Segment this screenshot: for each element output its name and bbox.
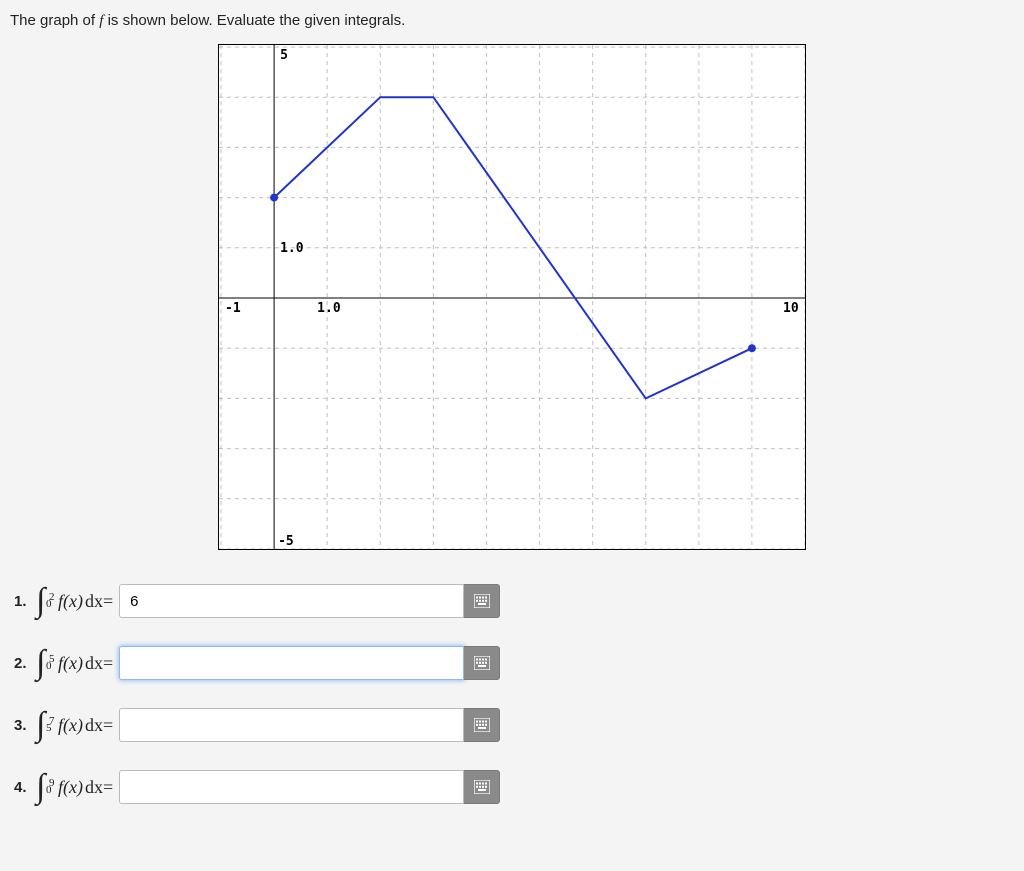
answer-input[interactable] [119, 584, 464, 618]
integrand: f(x) [58, 777, 83, 798]
integral-sign: ∫90 [36, 770, 54, 804]
chart-container: 5 -5 -1 10 1.0 1.0 [0, 38, 1024, 566]
dx: dx [85, 591, 103, 612]
integral-lower: 5 [46, 711, 52, 745]
equals: = [103, 653, 113, 674]
equals: = [103, 591, 113, 612]
prompt-before: The graph of [10, 12, 99, 29]
integral-expression: ∫75f(x) dx = [36, 708, 113, 742]
svg-text:1.0: 1.0 [280, 241, 304, 256]
prompt-after: is shown below. Evaluate the given integ… [103, 12, 405, 29]
integrand: f(x) [58, 715, 83, 736]
integral-lower: 0 [46, 773, 52, 807]
answer-input[interactable] [119, 770, 464, 804]
integral-sign: ∫20 [36, 584, 54, 618]
integral-expression: ∫50f(x) dx = [36, 646, 113, 680]
prompt-text: The graph of f is shown below. Evaluate … [0, 0, 1024, 38]
integral-expression: ∫20f(x) dx = [36, 584, 113, 618]
keypad-icon[interactable] [464, 584, 500, 618]
integral-lower: 0 [46, 649, 52, 683]
svg-text:1.0: 1.0 [317, 301, 341, 316]
equals: = [103, 715, 113, 736]
dx: dx [85, 653, 103, 674]
chart-svg: 5 -5 -1 10 1.0 1.0 [219, 45, 806, 550]
integrand: f(x) [58, 653, 83, 674]
integrand: f(x) [58, 591, 83, 612]
question-number: 3. [14, 717, 32, 734]
dx: dx [85, 715, 103, 736]
answer-input[interactable] [119, 708, 464, 742]
integral-expression: ∫90f(x) dx = [36, 770, 113, 804]
svg-text:5: 5 [280, 48, 288, 63]
question-row: 3.∫75f(x) dx = [14, 708, 1010, 742]
question-row: 2.∫50f(x) dx = [14, 646, 1010, 680]
question-number: 2. [14, 655, 32, 672]
integral-sign: ∫75 [36, 708, 54, 742]
svg-text:10: 10 [783, 301, 799, 316]
integral-lower: 0 [46, 587, 52, 621]
svg-text:-5: -5 [278, 534, 294, 549]
integral-sign: ∫50 [36, 646, 54, 680]
keypad-icon[interactable] [464, 770, 500, 804]
svg-text:-1: -1 [225, 301, 241, 316]
answers-block: 1.∫20f(x) dx = 2.∫50f(x) dx = 3.∫75f(x) … [0, 566, 1024, 852]
equals: = [103, 777, 113, 798]
answer-input[interactable] [119, 646, 464, 680]
question-row: 1.∫20f(x) dx = [14, 584, 1010, 618]
chart: 5 -5 -1 10 1.0 1.0 [218, 44, 806, 550]
dx: dx [85, 777, 103, 798]
question-number: 1. [14, 593, 32, 610]
question-number: 4. [14, 779, 32, 796]
keypad-icon[interactable] [464, 646, 500, 680]
keypad-icon[interactable] [464, 708, 500, 742]
question-row: 4.∫90f(x) dx = [14, 770, 1010, 804]
